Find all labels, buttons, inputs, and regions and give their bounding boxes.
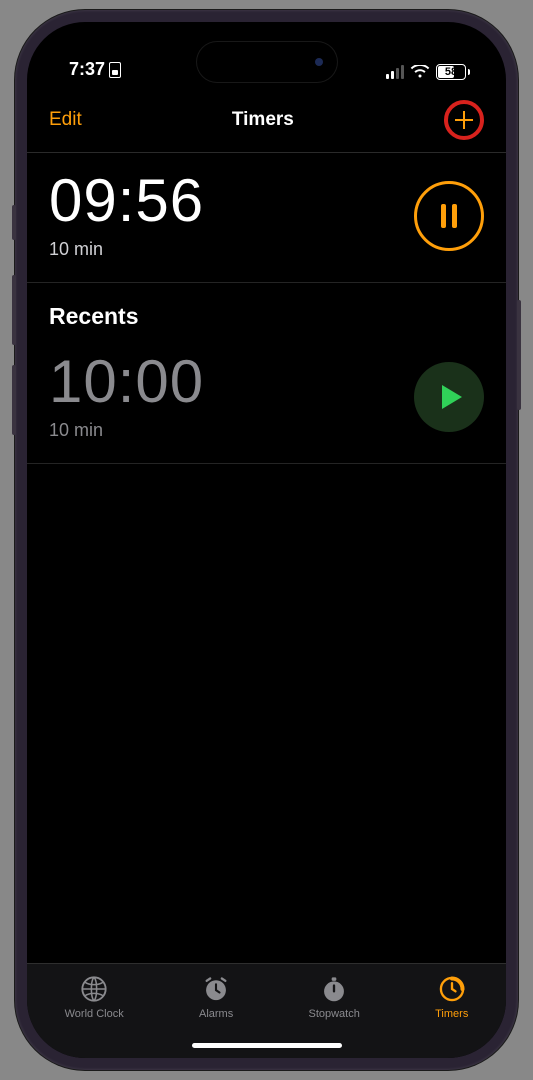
- tab-label: Timers: [435, 1008, 468, 1020]
- mute-switch: [12, 205, 16, 240]
- alarm-icon: [201, 974, 231, 1004]
- tab-stopwatch[interactable]: Stopwatch: [308, 974, 359, 1020]
- recents-section-title: Recents: [27, 283, 506, 334]
- cellular-signal-icon: [386, 65, 404, 79]
- add-timer-button[interactable]: [452, 108, 476, 132]
- content-area: 09:56 10 min Recents 10:00 10 min: [27, 153, 506, 963]
- volume-up-button: [12, 275, 16, 345]
- add-button-annotation: [444, 100, 484, 140]
- camera-dot: [315, 58, 323, 66]
- volume-down-button: [12, 365, 16, 435]
- tab-label: Alarms: [199, 1008, 233, 1020]
- dynamic-island: [197, 42, 337, 82]
- plus-icon: [452, 108, 476, 132]
- globe-icon: [79, 974, 109, 1004]
- tab-label: World Clock: [65, 1008, 124, 1020]
- power-button: [517, 300, 521, 410]
- recent-timer-label: 10 min: [49, 420, 204, 441]
- page-title: Timers: [232, 109, 294, 131]
- status-time: 7:37: [69, 59, 105, 80]
- wifi-icon: [410, 65, 430, 79]
- active-timer-label: 10 min: [49, 239, 204, 260]
- tab-timers[interactable]: Timers: [435, 974, 468, 1020]
- screen: 7:37 58 Edit: [27, 22, 506, 1058]
- nav-header: Edit Timers: [27, 86, 506, 153]
- tab-world-clock[interactable]: World Clock: [65, 974, 124, 1020]
- timer-icon: [437, 974, 467, 1004]
- recent-timer-info: 10:00 10 min: [49, 352, 204, 441]
- status-left: 7:37: [69, 59, 121, 80]
- active-timer-row[interactable]: 09:56 10 min: [27, 153, 506, 283]
- active-timer-time: 09:56: [49, 171, 204, 231]
- start-recent-button[interactable]: [414, 362, 484, 432]
- battery-percent: 58: [445, 66, 457, 78]
- pause-button[interactable]: [414, 181, 484, 251]
- pause-icon: [441, 204, 457, 228]
- home-indicator[interactable]: [192, 1043, 342, 1048]
- tab-alarms[interactable]: Alarms: [199, 974, 233, 1020]
- phone-frame: 7:37 58 Edit: [15, 10, 518, 1070]
- recent-timer-time: 10:00: [49, 352, 204, 412]
- edit-button[interactable]: Edit: [49, 109, 82, 131]
- active-timer-info: 09:56 10 min: [49, 171, 204, 260]
- play-icon: [442, 385, 462, 409]
- recent-timer-row[interactable]: 10:00 10 min: [27, 334, 506, 464]
- tab-label: Stopwatch: [308, 1008, 359, 1020]
- battery-indicator: 58: [436, 64, 470, 80]
- orientation-lock-icon: [109, 62, 121, 78]
- stopwatch-icon: [319, 974, 349, 1004]
- status-right: 58: [386, 64, 470, 80]
